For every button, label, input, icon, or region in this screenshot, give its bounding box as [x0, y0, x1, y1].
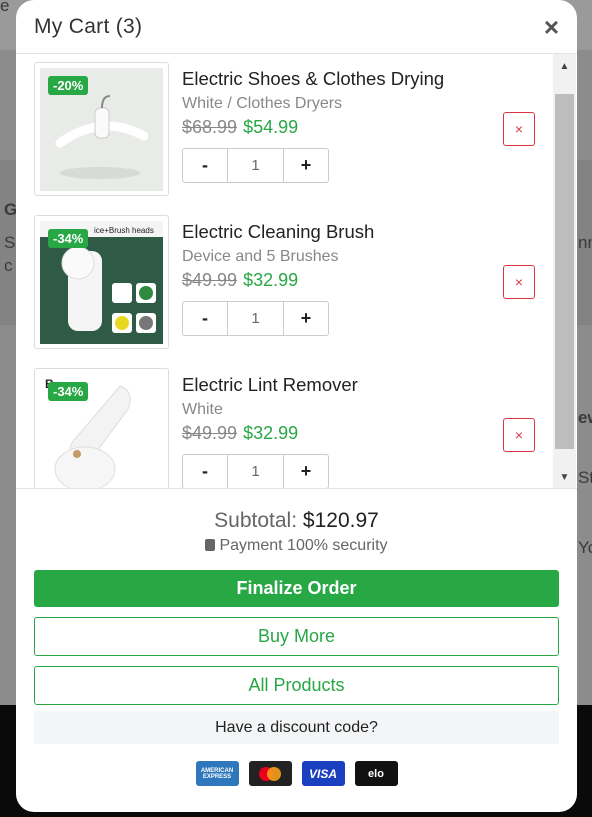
bg-text-fragment: S — [4, 233, 16, 252]
image-caption: ice+Brush heads — [94, 226, 154, 235]
close-icon[interactable]: × — [544, 14, 559, 40]
quantity-input[interactable]: 1 — [227, 455, 284, 488]
visa-icon: VISA — [301, 761, 345, 786]
quantity-stepper: - 1 + — [182, 454, 329, 488]
remove-item-button[interactable]: × — [503, 418, 535, 452]
product-image[interactable]: ice+Brush heads -34% — [34, 215, 169, 349]
elo-icon: elo — [354, 761, 398, 786]
item-variant: Device and 5 Brushes — [182, 248, 339, 265]
discount-badge: -34% — [48, 382, 89, 401]
cart-title: My Cart (3) — [34, 14, 143, 38]
mastercard-icon — [248, 761, 292, 786]
old-price: $49.99 — [182, 423, 238, 443]
finalize-order-button[interactable]: Finalize Order — [34, 570, 559, 607]
decrease-quantity-button[interactable]: - — [183, 149, 227, 182]
scroll-up-arrow-icon[interactable]: ▲ — [553, 56, 576, 76]
all-products-button[interactable]: All Products — [34, 666, 559, 705]
quantity-input[interactable]: 1 — [227, 149, 284, 182]
payment-methods: AMERICAN EXPRESS VISA elo — [34, 761, 559, 786]
increase-quantity-button[interactable]: + — [284, 149, 328, 182]
cart-footer: Subtotal: $120.97 Payment 100% security … — [16, 509, 577, 786]
old-price: $49.99 — [182, 270, 238, 290]
scrollbar-thumb[interactable] — [555, 94, 574, 449]
cart-header: My Cart (3) × — [16, 0, 577, 54]
item-name: Electric Shoes & Clothes Drying — [182, 68, 445, 89]
bg-text-fragment: Yo — [578, 538, 592, 557]
item-variant: White — [182, 401, 223, 418]
new-price: $54.99 — [243, 117, 299, 137]
cart-item: ice+Brush heads -34% Electric Cleaning B… — [34, 211, 554, 351]
cart-item: -20% Electric Shoes & Clothes Drying Whi… — [34, 58, 554, 198]
cart-modal: My Cart (3) × -20% Electric Shoes & Clot… — [16, 0, 577, 812]
bg-text-fragment: ew — [578, 408, 592, 427]
subtotal: Subtotal: $120.97 — [34, 509, 559, 533]
bg-text-fragment: e — [0, 0, 10, 15]
item-info: Electric Cleaning Brush Device and 5 Bru… — [182, 221, 374, 336]
scrollbar[interactable]: ▲ ▼ — [553, 54, 576, 488]
bg-text-fragment: c — [4, 256, 13, 275]
decrease-quantity-button[interactable]: - — [183, 302, 227, 335]
item-name: Electric Lint Remover — [182, 374, 358, 395]
remove-item-button[interactable]: × — [503, 265, 535, 299]
lock-icon — [205, 539, 216, 551]
payment-security: Payment 100% security — [34, 537, 559, 555]
increase-quantity-button[interactable]: + — [284, 455, 328, 488]
subtotal-label: Subtotal: — [214, 509, 298, 532]
scroll-down-arrow-icon[interactable]: ▼ — [553, 467, 576, 487]
amex-icon: AMERICAN EXPRESS — [195, 761, 239, 786]
bg-text-fragment: St — [578, 468, 592, 487]
remove-item-button[interactable]: × — [503, 112, 535, 146]
decrease-quantity-button[interactable]: - — [183, 455, 227, 488]
product-image[interactable]: B -34% — [34, 368, 169, 488]
quantity-stepper: - 1 + — [182, 301, 329, 336]
item-prices: $49.99 $32.99 — [182, 423, 358, 444]
discount-code-link[interactable]: Have a discount code? — [34, 711, 559, 744]
new-price: $32.99 — [243, 270, 299, 290]
new-price: $32.99 — [243, 423, 299, 443]
item-name: Electric Cleaning Brush — [182, 221, 375, 242]
item-variant: White / Clothes Dryers — [182, 95, 343, 112]
quantity-stepper: - 1 + — [182, 148, 329, 183]
discount-badge: -34% — [48, 229, 89, 248]
product-image[interactable]: -20% — [34, 62, 169, 196]
buy-more-button[interactable]: Buy More — [34, 617, 559, 656]
subtotal-value: $120.97 — [302, 509, 379, 532]
item-info: Electric Shoes & Clothes Drying White / … — [182, 68, 444, 183]
item-info: Electric Lint Remover White $49.99 $32.99… — [182, 374, 358, 488]
increase-quantity-button[interactable]: + — [284, 302, 328, 335]
item-prices: $68.99 $54.99 — [182, 117, 444, 138]
security-text: Payment 100% security — [219, 537, 388, 554]
old-price: $68.99 — [182, 117, 238, 137]
item-prices: $49.99 $32.99 — [182, 270, 374, 291]
quantity-input[interactable]: 1 — [227, 302, 284, 335]
cart-items-list[interactable]: -20% Electric Shoes & Clothes Drying Whi… — [16, 54, 577, 489]
cart-item: B -34% Electric Lint Remover White $49.9… — [34, 364, 554, 488]
discount-badge: -20% — [48, 76, 89, 95]
bg-text-fragment: nn — [578, 233, 592, 252]
